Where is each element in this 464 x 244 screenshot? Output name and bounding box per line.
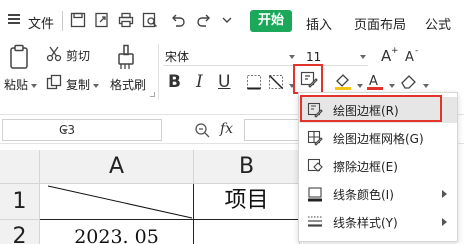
svg-text:A: A: [405, 50, 414, 63]
function-icon[interactable]: fx: [220, 121, 233, 137]
menu-item-erase-border[interactable]: 擦除边框(E): [299, 153, 457, 179]
spreadsheet-grid: A B 1 2 项目 2023. 05: [0, 150, 300, 244]
save-icon[interactable]: [70, 12, 86, 28]
copy-icon[interactable]: [46, 74, 62, 90]
highlight-frame: [300, 95, 442, 122]
underline-icon[interactable]: U: [218, 72, 230, 92]
row-header-1[interactable]: 1: [0, 184, 40, 220]
scissors-icon[interactable]: [46, 46, 62, 62]
diagonal-line: [47, 185, 193, 219]
fill-color-icon[interactable]: [334, 72, 352, 90]
divider: [158, 44, 159, 100]
italic-icon[interactable]: I: [196, 72, 203, 92]
clear-format-icon[interactable]: [400, 72, 418, 90]
dialog-launcher-icon[interactable]: [150, 92, 155, 97]
menu-item-line-color[interactable]: 线条颜色(I): [299, 181, 457, 207]
line-style-icon: [308, 216, 322, 227]
copy-button[interactable]: 复制: [66, 76, 100, 93]
font-color-caret[interactable]: [389, 84, 395, 88]
tab-insert[interactable]: 插入: [306, 14, 332, 33]
erase-border-icon: [307, 158, 323, 172]
diagonal-border-icon[interactable]: [268, 74, 284, 90]
tab-start[interactable]: 开始: [250, 10, 292, 32]
export-icon[interactable]: [94, 12, 110, 28]
svg-text:+: +: [391, 46, 398, 56]
redo-icon[interactable]: [196, 12, 212, 28]
bold-icon[interactable]: B: [168, 72, 181, 92]
divider: [62, 11, 63, 31]
draw-border-grid-icon: [307, 130, 323, 146]
name-box[interactable]: C3: [2, 119, 162, 141]
paste-icon[interactable]: [8, 44, 32, 70]
paste-button[interactable]: 粘贴: [4, 76, 38, 93]
zoom-icon[interactable]: [194, 122, 210, 138]
format-painter-icon[interactable]: [116, 44, 136, 70]
border-icon[interactable]: [246, 74, 262, 90]
clear-format-caret[interactable]: [423, 84, 429, 88]
chevron-down-icon[interactable]: [222, 16, 232, 24]
file-menu[interactable]: 文件: [28, 13, 54, 32]
cell-b1[interactable]: 项目: [194, 184, 300, 220]
print-icon[interactable]: [118, 12, 134, 28]
submenu-arrow-icon: [442, 218, 447, 226]
formula-input[interactable]: [244, 119, 300, 141]
hamburger-menu-icon[interactable]: [8, 14, 20, 24]
row-header-2[interactable]: 2: [0, 220, 40, 244]
tab-formulas[interactable]: 公式: [425, 14, 451, 33]
menu-bar: 文件 开始 插入 页面布局 公式: [0, 0, 464, 40]
menu-item-draw-border-grid[interactable]: 绘图边框网格(G): [299, 125, 457, 151]
line-color-icon: [308, 187, 322, 202]
cut-button[interactable]: 剪切: [66, 47, 90, 64]
increase-font-icon[interactable]: A +: [380, 45, 398, 63]
column-header-b[interactable]: B: [194, 150, 300, 184]
draw-border-button[interactable]: [293, 64, 323, 94]
cell-a2[interactable]: 2023. 05: [40, 220, 194, 244]
menu-item-line-style[interactable]: 线条样式(Y): [299, 209, 457, 235]
cell-b2[interactable]: [194, 220, 300, 244]
submenu-arrow-icon: [442, 190, 447, 198]
tab-page-layout[interactable]: 页面布局: [354, 14, 406, 33]
font-color-icon[interactable]: A: [366, 72, 384, 90]
svg-text:A: A: [369, 74, 378, 89]
select-all-corner[interactable]: [0, 150, 40, 184]
format-painter-button[interactable]: 格式刷: [110, 76, 146, 93]
font-name-select[interactable]: 宋体: [163, 48, 297, 66]
svg-text:-: -: [415, 46, 418, 56]
fill-color-caret[interactable]: [357, 84, 363, 88]
undo-icon[interactable]: [170, 12, 186, 28]
decrease-font-icon[interactable]: A -: [404, 45, 422, 63]
draw-border-icon: [300, 71, 318, 88]
column-header-a[interactable]: A: [40, 150, 194, 184]
cell-a1[interactable]: [40, 184, 194, 220]
print-preview-icon[interactable]: [142, 12, 158, 28]
